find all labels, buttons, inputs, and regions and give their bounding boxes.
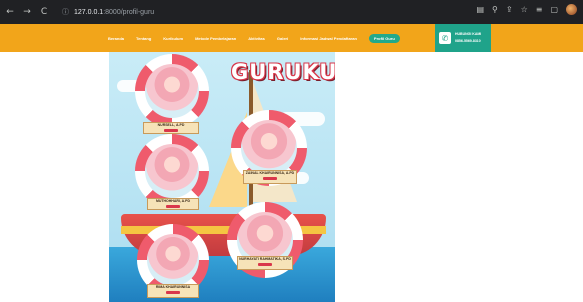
teacher-photo [147,234,199,286]
contact-text: HUBUNGI KAMI 0856-5569-8310 [455,31,481,45]
teacher-name-tag: MUTHOHHARI, A.PD [147,198,199,210]
teacher-name: MUTHOHHARI, A.PD [155,199,191,203]
teacher-role-badge [263,177,277,180]
main-menu: Beranda Tentang Kurikulum Metode Pembela… [108,34,400,43]
menu-item-jadwal[interactable]: Informasi Jadwal Pendaftaran [300,36,357,41]
search-icon[interactable]: ⚲ [492,5,498,14]
translate-icon[interactable]: ▤ [476,5,484,14]
teacher-photo [241,120,297,176]
contact-box[interactable]: ✆ HUBUNGI KAMI 0856-5569-8310 [435,24,491,52]
url-path: :8000/profil-guru [103,8,155,16]
reload-icon[interactable]: C [37,7,51,17]
teacher-role-badge [258,263,272,266]
teacher-name: NURHAYATI RAHMATIKA, S.PD [239,257,291,261]
extensions-icon[interactable]: ≡ [536,5,543,14]
share-icon[interactable]: ⇪ [506,5,513,14]
logo-text: GURUKU [231,60,335,84]
url-host: 127.0.0.1 [74,8,104,16]
teacher-name-tag: NURSELL, A.PD [143,122,199,134]
guruku-logo: GURUKU [231,60,335,92]
star-icon[interactable]: ☆ [521,5,528,14]
teacher-role-badge [166,291,180,294]
site-navbar: Beranda Tentang Kurikulum Metode Pembela… [0,24,583,52]
teacher-photo [145,64,199,118]
contact-number: 0856-5569-8310 [455,39,481,43]
teacher-name: NURSELL, A.PD [157,123,185,127]
teacher-name-tag: NURHAYATI RAHMATIKA, S.PD [237,256,293,270]
browser-toolbar: ← → C ⓘ 127.0.0.1:8000/profil-guru ▤ ⚲ ⇪… [0,0,583,24]
menu-item-kurikulum[interactable]: Kurikulum [163,36,183,41]
teacher-name: ZAINAL KHAIRUNNISA, A.PD [245,171,295,175]
menu-item-profil-guru[interactable]: Profil Guru [368,34,400,43]
teacher-name-tag: RIMA KHAIRUNNISA [147,284,199,298]
teacher-lifebuoy [135,54,209,128]
teacher-lifebuoy [135,134,209,208]
forward-icon[interactable]: → [20,7,34,17]
menu-item-metode[interactable]: Metode Pembelajaran [195,36,236,41]
menu-item-galeri[interactable]: Galeri [277,36,288,41]
profile-icon[interactable] [566,4,577,15]
address-bar[interactable]: ⓘ 127.0.0.1:8000/profil-guru [62,4,404,20]
teacher-name: RIMA KHAIRUNNISA [155,285,191,289]
site-info-icon[interactable]: ⓘ [62,7,69,17]
back-icon[interactable]: ← [3,7,17,17]
teacher-role-badge [166,205,180,208]
window-icon[interactable]: ▢ [550,5,558,14]
contact-title: HUBUNGI KAMI [455,32,482,36]
menu-item-tentang[interactable]: Tentang [136,36,151,41]
teacher-name-tag: ZAINAL KHAIRUNNISA, A.PD [243,170,297,184]
menu-item-aktivitas[interactable]: Aktivitas [248,36,265,41]
teacher-role-badge [164,129,178,132]
teacher-photo [145,144,199,198]
menu-item-beranda[interactable]: Beranda [108,36,124,41]
teacher-profile-poster: GURUKU NURSELL, A.PD ZAINAL KHAIRUNNISA,… [109,52,335,302]
toolbar-icons: ▤ ⚲ ⇪ ☆ ≡ ▢ [476,4,577,15]
phone-icon: ✆ [439,32,451,44]
